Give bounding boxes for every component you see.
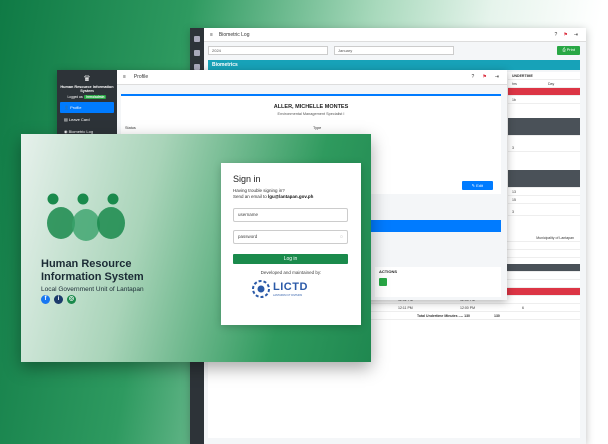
eye-slash-icon[interactable]: ◌ bbox=[340, 231, 343, 243]
employee-position: Environmental Management Specialist I bbox=[277, 112, 345, 116]
hamburger-icon[interactable]: ≡ bbox=[210, 32, 213, 38]
biometrics-header: Biometrics bbox=[208, 60, 580, 70]
table-cell: 15 bbox=[512, 197, 516, 202]
month-select[interactable]: January bbox=[334, 46, 454, 55]
totals-value: 130 bbox=[494, 313, 500, 318]
login-button[interactable]: Log in bbox=[233, 254, 348, 264]
gear-icon bbox=[252, 280, 270, 298]
user-icon[interactable] bbox=[194, 50, 200, 56]
table-cell: 6 bbox=[522, 305, 524, 310]
undertime-header: UNDERTIME bbox=[512, 73, 533, 78]
social-links: f i ◎ bbox=[41, 295, 76, 304]
actions-header: ACTIONS bbox=[379, 269, 397, 274]
hris-logo-icon bbox=[47, 193, 125, 241]
help-email-link[interactable]: lgu@lantapan.gov.ph bbox=[268, 194, 313, 199]
lictd-text: LICTD bbox=[273, 281, 308, 293]
profile-title: Profile bbox=[133, 74, 149, 80]
sidebar-app-name: Human Resource Information System bbox=[60, 85, 114, 93]
table-cell: 3 bbox=[512, 145, 514, 150]
employee-name: ALLER, MICHELLE MONTES bbox=[273, 104, 349, 110]
logout-icon[interactable]: ⇥ bbox=[495, 74, 499, 80]
table-row: hrs Day bbox=[508, 80, 580, 88]
password-placeholder: password bbox=[238, 234, 258, 239]
year-select[interactable]: 2024 bbox=[208, 46, 328, 55]
signin-help: Having trouble signing in? Send an email… bbox=[233, 188, 349, 200]
table-row: UNDERTIME bbox=[508, 72, 580, 80]
table-row: 1b bbox=[508, 96, 580, 104]
profile-topbar: ≡ Profile ? ⚑ ⇥ bbox=[117, 70, 507, 85]
type-label: Type bbox=[313, 126, 322, 130]
signin-panel: Sign in Having trouble signing in? Send … bbox=[221, 163, 361, 325]
filter-bar: 2024 January ⎙ Print bbox=[208, 46, 580, 58]
table-cell: 3 bbox=[512, 209, 514, 214]
help-icon[interactable]: ? bbox=[472, 74, 475, 80]
table-row bbox=[508, 88, 580, 96]
table-row bbox=[508, 170, 580, 188]
sidebar-nav: 👤 Profile ▤ Leave Card ◉ Biometric Log bbox=[57, 102, 117, 137]
table-row: 15 bbox=[508, 196, 580, 204]
actions-panel: ACTIONS bbox=[375, 267, 501, 297]
facebook-icon[interactable]: f bbox=[41, 295, 50, 304]
profile-columns: Status Type bbox=[121, 126, 501, 130]
signin-title: Sign in bbox=[233, 174, 261, 184]
brand-title: Human Resource Information System bbox=[41, 258, 144, 284]
biometric-topbar: ≡ Biometric Log ? ⚑ ⇥ bbox=[204, 28, 586, 42]
password-input[interactable]: password ◌ bbox=[233, 230, 348, 244]
table-row bbox=[508, 118, 580, 136]
table-cell: 13 bbox=[512, 189, 516, 194]
table-cell: 12:11 PM bbox=[398, 305, 413, 310]
biometric-title: Biometric Log bbox=[218, 31, 250, 38]
brand-title-line2: Information System bbox=[41, 271, 144, 283]
municipality-label: Municipality of Lantapan bbox=[536, 235, 574, 240]
developed-by: Developed and maintained by: bbox=[260, 270, 322, 275]
action-print-button[interactable] bbox=[379, 278, 387, 286]
info-icon[interactable]: i bbox=[54, 295, 63, 304]
menu-icon[interactable] bbox=[194, 36, 200, 42]
brand-subtitle: Local Government Unit of Lantapan bbox=[41, 286, 144, 293]
table-row: 13 bbox=[508, 188, 580, 196]
brand-title-line1: Human Resource bbox=[41, 258, 132, 270]
print-button[interactable]: ⎙ Print bbox=[557, 46, 580, 55]
sidebar-item-leave-card[interactable]: ▤ Leave Card bbox=[60, 114, 114, 125]
status-label: Status bbox=[125, 126, 136, 130]
help-icon[interactable]: ? bbox=[555, 32, 558, 38]
user-badge: hrmo/admin bbox=[84, 95, 107, 99]
logged-as: Logged as: hrmo/admin bbox=[67, 95, 107, 99]
sidebar-item-profile[interactable]: 👤 Profile bbox=[60, 102, 114, 113]
logout-icon[interactable]: ⇥ bbox=[574, 32, 578, 38]
flag-icon[interactable]: ⚑ bbox=[563, 32, 567, 38]
help-email-line: Send an email to lgu@lantapan.gov.ph bbox=[233, 194, 314, 199]
edit-button[interactable]: ✎ Edit bbox=[461, 181, 493, 190]
table-row: 3 bbox=[508, 144, 580, 152]
table-cell: 1b bbox=[512, 97, 516, 102]
hrs-header: hrs bbox=[512, 81, 517, 86]
lictd-subtext: LANTAPAN ICT DIVISION bbox=[273, 294, 303, 297]
web-icon[interactable]: ◎ bbox=[67, 295, 76, 304]
hamburger-icon[interactable]: ≡ bbox=[123, 74, 126, 80]
lictd-logo: LICTD LANTAPAN ICT DIVISION bbox=[251, 279, 331, 301]
day-header: Day bbox=[548, 81, 555, 86]
flag-icon[interactable]: ⚑ bbox=[482, 74, 486, 80]
table-cell: 12:00 PM bbox=[460, 305, 475, 310]
username-input[interactable]: username bbox=[233, 208, 348, 222]
sidebar-logo-icon: ♛ bbox=[83, 74, 91, 83]
table-row: 3 bbox=[508, 208, 580, 216]
